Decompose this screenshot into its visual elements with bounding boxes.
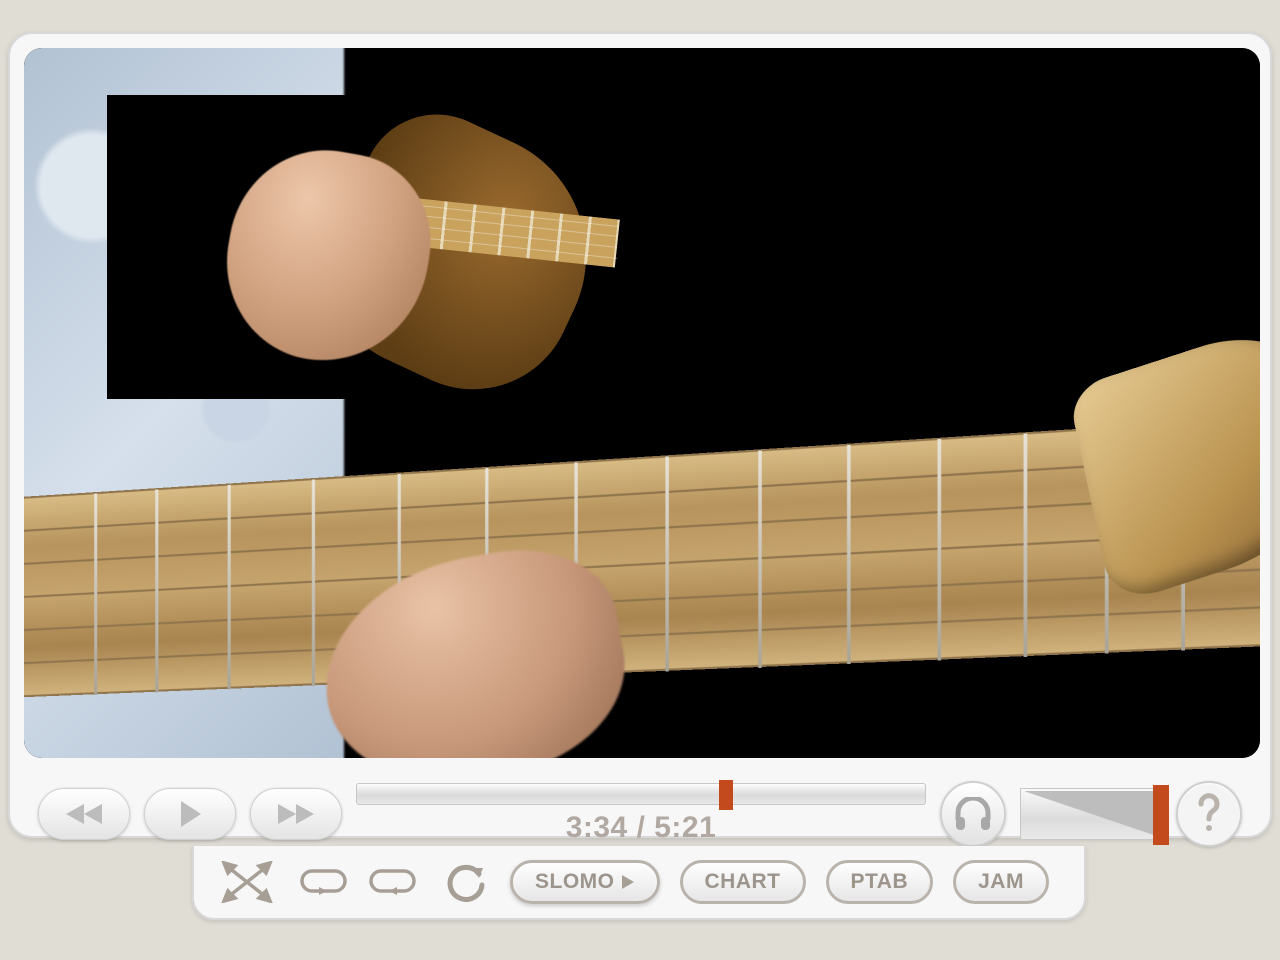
- time-display: 3:34 / 5:21: [566, 811, 717, 845]
- progress-area: 3:34 / 5:21: [356, 783, 926, 845]
- volume-ramp-icon: [1025, 791, 1155, 835]
- current-time: 3:34: [566, 811, 628, 844]
- ptab-button[interactable]: PTAB: [826, 860, 934, 904]
- rewind-button[interactable]: [38, 788, 130, 840]
- progress-slider[interactable]: [356, 783, 926, 805]
- loop-end-icon: [369, 865, 419, 899]
- transport-bar: 3:34 / 5:21: [38, 774, 1242, 854]
- expand-arrows-icon: [220, 861, 274, 903]
- loop-end-button[interactable]: [368, 860, 420, 904]
- duration: 5:21: [654, 811, 716, 844]
- fast-forward-button[interactable]: [250, 788, 342, 840]
- fullscreen-button[interactable]: [218, 860, 276, 904]
- picture-in-picture: [108, 96, 606, 398]
- help-button[interactable]: [1176, 781, 1242, 847]
- audio-button[interactable]: [940, 781, 1006, 847]
- slomo-label: SLOMO: [535, 870, 615, 894]
- play-small-icon: [621, 874, 635, 890]
- volume-handle[interactable]: [1153, 785, 1169, 845]
- fast-forward-icon: [274, 800, 318, 828]
- jam-button[interactable]: JAM: [953, 860, 1049, 904]
- play-button[interactable]: [144, 788, 236, 840]
- play-icon: [175, 799, 205, 829]
- slomo-button[interactable]: SLOMO: [510, 860, 660, 904]
- chart-button[interactable]: CHART: [680, 860, 806, 904]
- repeat-button[interactable]: [440, 860, 490, 904]
- rewind-icon: [62, 800, 106, 828]
- headphones-icon: [953, 797, 993, 831]
- loop-start-button[interactable]: [296, 860, 348, 904]
- time-separator: /: [628, 811, 655, 844]
- jam-label: JAM: [978, 870, 1024, 894]
- lower-toolbar: SLOMO CHART PTAB JAM: [192, 846, 1086, 920]
- loop-start-icon: [297, 865, 347, 899]
- volume-slider[interactable]: [1020, 788, 1162, 840]
- video-viewport[interactable]: [24, 48, 1260, 758]
- repeat-icon: [443, 862, 487, 902]
- progress-handle[interactable]: [719, 780, 733, 810]
- video-player-frame: 3:34 / 5:21: [8, 32, 1272, 838]
- chart-label: CHART: [705, 870, 781, 894]
- ptab-label: PTAB: [851, 870, 909, 894]
- question-mark-icon: [1194, 792, 1224, 836]
